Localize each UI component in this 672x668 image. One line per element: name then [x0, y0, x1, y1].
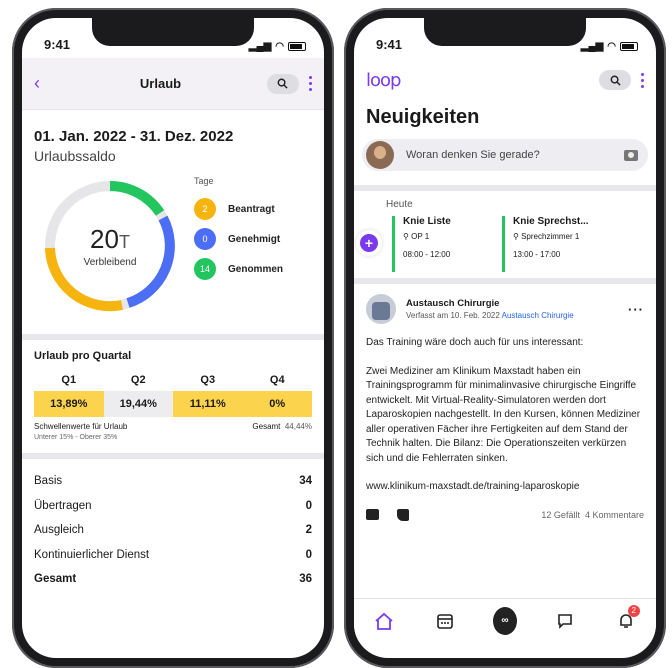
- list-item: Übertragen 0: [34, 499, 312, 512]
- app-bar: ‹ Urlaub: [22, 58, 324, 110]
- status-icons: ▂▄▆ ◠: [581, 41, 638, 52]
- more-icon[interactable]: [308, 75, 312, 93]
- count-badge: 2: [194, 198, 216, 220]
- event-strip: + Knie Liste ⚲ OP 1 08:00 - 12:00 Knie S…: [354, 216, 656, 272]
- quarter-value: 11,11%: [173, 391, 243, 417]
- status-time: 9:41: [44, 37, 71, 52]
- wifi-icon: ◠: [275, 41, 284, 52]
- like-icon[interactable]: [397, 508, 409, 521]
- tab-home[interactable]: [372, 609, 396, 633]
- legend-item-beantragt: 2 Beantragt: [194, 194, 283, 224]
- quarter-value: 19,44%: [103, 391, 173, 417]
- count-badge: 0: [194, 228, 216, 250]
- balance-list: Basis 34 Übertragen 0 Ausgleich 2 Kontinuie…: [22, 459, 324, 592]
- signal-icon: ▂▄▆: [580, 41, 604, 52]
- list-item: Ausgleich 2: [34, 524, 312, 537]
- comment-icon[interactable]: [366, 509, 379, 520]
- loop-icon: ∞: [492, 606, 517, 635]
- status-icons: ▂▄▆ ◠: [249, 41, 306, 52]
- donut-center: 20T Verbleibend: [40, 176, 180, 316]
- list-item-total: Gesamt 36: [34, 573, 312, 586]
- more-icon[interactable]: [641, 71, 644, 89]
- post-group-link[interactable]: Austausch Chirurgie: [502, 311, 574, 320]
- camera-icon[interactable]: [624, 149, 638, 161]
- search-icon: [278, 78, 289, 89]
- battery-icon: [620, 42, 638, 51]
- signal-icon: ▂▄▆: [248, 41, 272, 52]
- tab-messages[interactable]: [553, 609, 577, 633]
- tab-loop[interactable]: ∞: [492, 606, 517, 635]
- remaining-label: Verbleibend: [83, 257, 137, 268]
- legend: Tage 2 Beantragt 0 Genehmigt 14 Genommen: [194, 176, 283, 284]
- post-header: Austausch Chirurgie Verfasst am 10. Feb.…: [366, 294, 644, 324]
- page-title: Neuigkeiten: [366, 106, 480, 128]
- app-bar-actions: [266, 73, 312, 94]
- quarter-value: 0%: [242, 391, 312, 417]
- post-author[interactable]: Austausch Chirurgie: [406, 298, 574, 309]
- add-event-button[interactable]: +: [356, 230, 382, 256]
- app-bar-actions: [599, 70, 644, 90]
- threshold-sub: Unterer 15% - Oberer 35%: [34, 434, 118, 441]
- screen-neuigkeiten: 9:41 ▂▄▆ ◠ loop Neuigkeiten Woran denken…: [354, 18, 656, 658]
- tab-bar: ∞ 2: [354, 598, 656, 642]
- vacation-summary: 20T Verbleibend Tage 2 Beantragt 0 Geneh…: [34, 168, 312, 318]
- post-body: Das Training wäre doch auch für uns inte…: [366, 336, 644, 495]
- composer-placeholder: Woran denken Sie gerade?: [406, 149, 540, 161]
- quarter-value: 13,89%: [34, 391, 104, 417]
- notch: [424, 18, 586, 46]
- app-bar: loop: [354, 58, 656, 102]
- search-button[interactable]: [266, 73, 299, 94]
- like-count: 12 Gefällt: [541, 509, 580, 520]
- feed-post: Austausch Chirurgie Verfasst am 10. Feb.…: [354, 284, 656, 521]
- more-horizontal-icon[interactable]: ···: [628, 302, 644, 317]
- event-card[interactable]: Knie Liste ⚲ OP 1 08:00 - 12:00: [392, 216, 490, 272]
- list-item: Basis 34: [34, 475, 312, 488]
- quarter-table: Q1 Q2 Q3 Q4 13,89% 19,44% 11,11% 0%: [34, 374, 312, 417]
- page-title: Urlaub: [139, 76, 182, 91]
- date-range: 01. Jan. 2022 - 31. Dez. 2022: [34, 128, 234, 145]
- plus-icon: +: [360, 234, 378, 252]
- list-item: Kontinuierlicher Dienst 0: [34, 548, 312, 561]
- legend-header: Tage: [194, 176, 214, 186]
- loop-logo: loop: [366, 69, 401, 91]
- post-actions: 12 Gefällt 4 Kommentare: [366, 508, 644, 521]
- notch: [92, 18, 254, 46]
- search-icon: [610, 75, 621, 86]
- notification-badge: 2: [627, 604, 640, 617]
- wifi-icon: ◠: [607, 41, 616, 52]
- quarter-section: Urlaub pro Quartal Q1 Q2 Q3 Q4 13,89% 19…: [22, 350, 324, 441]
- screen-urlaub: 9:41 ▂▄▆ ◠ ‹ Urlaub 01. Jan. 2022 - 31. …: [22, 18, 324, 658]
- phone-right: 9:41 ▂▄▆ ◠ loop Neuigkeiten Woran denken…: [344, 8, 666, 668]
- remaining-days: 20T: [90, 224, 130, 254]
- post-link[interactable]: www.klinikum-maxstadt.de/training-laparo…: [366, 480, 644, 495]
- battery-icon: [288, 42, 306, 51]
- status-time: 9:41: [376, 37, 403, 52]
- divider: [22, 334, 324, 340]
- quarter-title: Urlaub pro Quartal: [34, 350, 132, 362]
- post-composer[interactable]: Woran denken Sie gerade?: [362, 139, 648, 171]
- today-label: Heute: [386, 199, 413, 210]
- event-card[interactable]: Knie Sprechst... ⚲ Sprechzimmer 1 13:00 …: [502, 216, 600, 272]
- count-badge: 14: [194, 258, 216, 280]
- location-pin-icon: ⚲: [513, 232, 519, 241]
- comment-count: 4 Kommentare: [584, 509, 644, 520]
- tab-notifications[interactable]: 2: [614, 604, 640, 633]
- avatar: [366, 141, 394, 169]
- back-icon[interactable]: ‹: [34, 73, 54, 94]
- home-icon: [375, 612, 393, 630]
- chat-icon: [558, 613, 573, 629]
- calendar-icon: [436, 613, 453, 629]
- post-meta: Verfasst am 10. Feb. 2022 Austausch Chir…: [406, 311, 574, 320]
- group-avatar[interactable]: [366, 294, 396, 324]
- legend-item-genehmigt: 0 Genehmigt: [194, 224, 283, 254]
- location-pin-icon: ⚲: [403, 232, 409, 241]
- phone-left: 9:41 ▂▄▆ ◠ ‹ Urlaub 01. Jan. 2022 - 31. …: [12, 8, 334, 668]
- threshold-line: Schwellenwerte für Urlaub Gesamt 44,44%: [34, 422, 312, 431]
- search-button[interactable]: [599, 70, 631, 90]
- saldo-label: Urlaubssaldo: [34, 148, 116, 164]
- legend-item-genommen: 14 Genommen: [194, 254, 283, 284]
- tab-calendar[interactable]: [433, 609, 457, 633]
